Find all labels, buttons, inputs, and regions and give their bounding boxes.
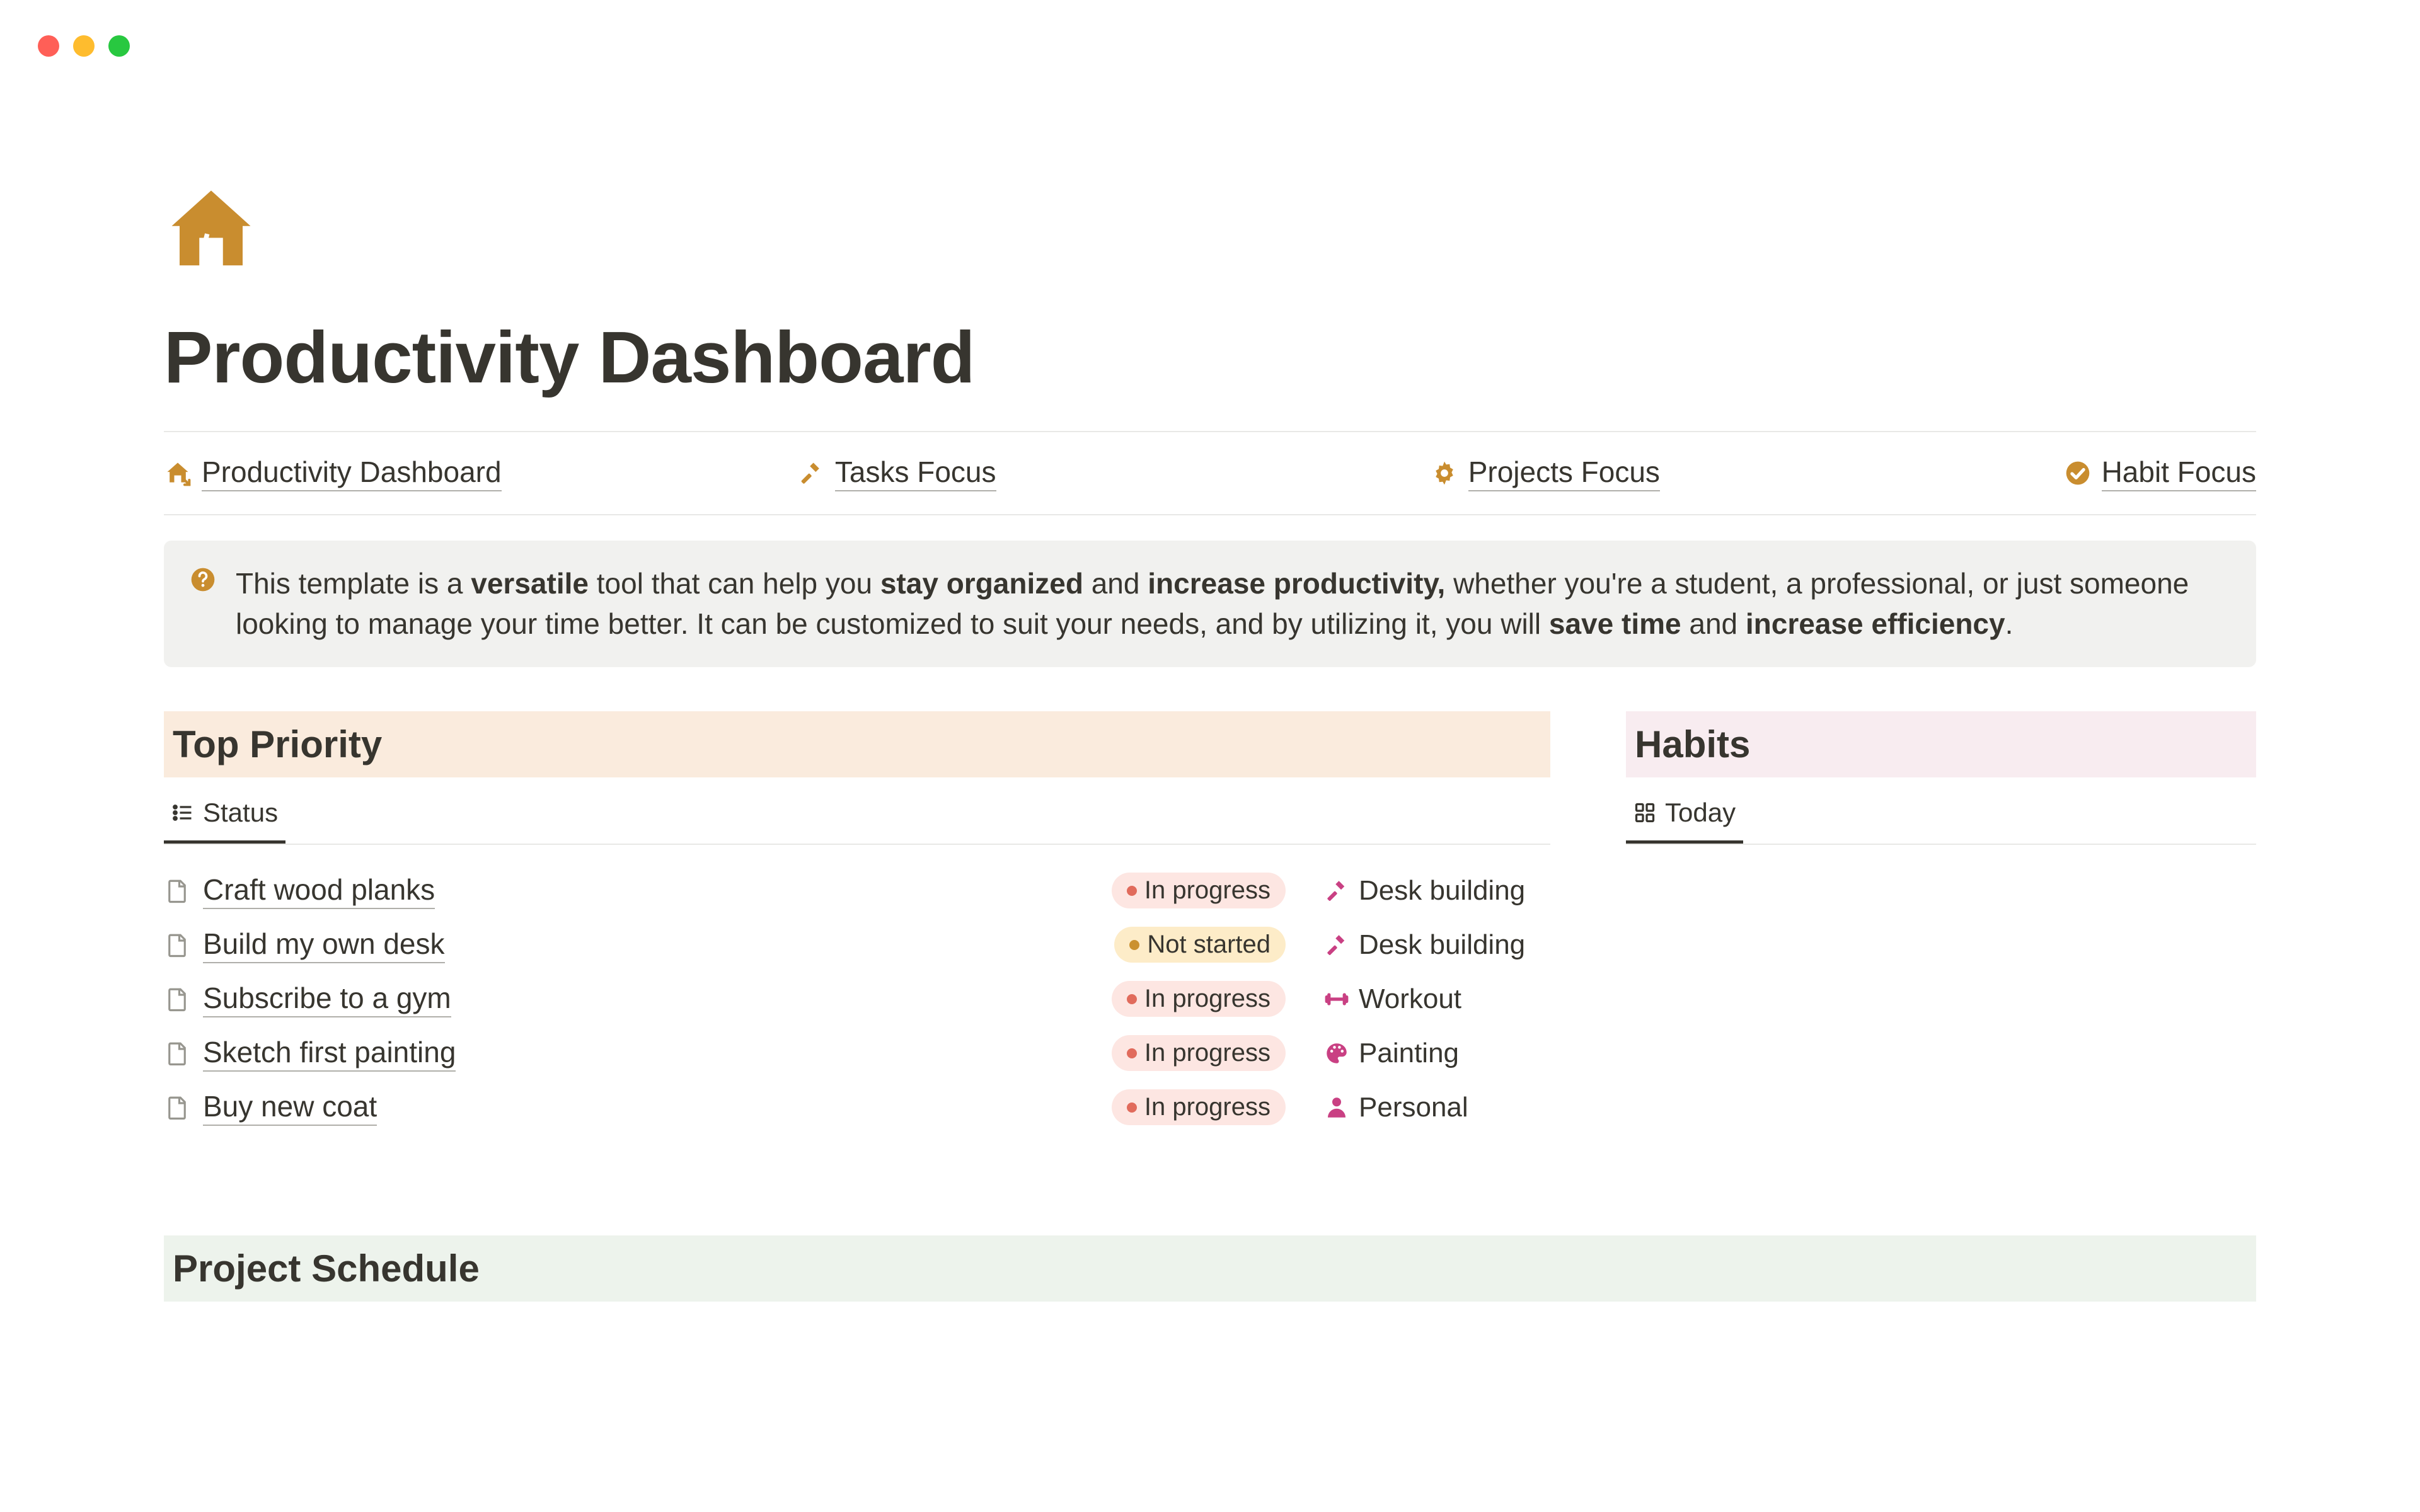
project-label: Desk building [1359,875,1525,907]
section-header-top-priority: Top Priority [164,711,1550,777]
project-cell[interactable]: Personal [1323,1092,1550,1123]
page-icon [164,1040,190,1067]
status-label: In progress [1144,1093,1270,1121]
gear-icon [1431,459,1458,487]
tab-label: Status [203,798,278,828]
project-cell[interactable]: Desk building [1323,929,1550,961]
task-row[interactable]: Sketch first painting In progress Painti… [164,1026,1550,1080]
status-pill: In progress [1112,1035,1286,1071]
tab-today[interactable]: Today [1626,785,1743,844]
task-title: Craft wood planks [203,873,435,909]
task-row[interactable]: Buy new coat In progress Personal [164,1080,1550,1135]
status-label: In progress [1144,985,1270,1013]
nav-label: Projects Focus [1468,455,1660,491]
task-title: Subscribe to a gym [203,981,451,1017]
list-icon [171,801,194,824]
section-header-project-schedule: Project Schedule [164,1235,2256,1302]
divider [164,514,2256,515]
nav-label: Productivity Dashboard [202,455,502,491]
project-cell[interactable]: Painting [1323,1038,1550,1069]
page-icon[interactable] [164,183,2256,277]
task-title: Build my own desk [203,927,445,963]
hammer-pink-icon [1323,932,1350,958]
section-header-habits: Habits [1626,711,2256,777]
question-circle-icon [189,566,217,593]
palette-icon [1323,1040,1350,1067]
top-priority-tabs: Status [164,785,1550,845]
tab-status[interactable]: Status [164,785,285,844]
gallery-icon [1634,801,1656,824]
window-controls [0,0,2420,57]
info-callout: This template is a versatile tool that c… [164,541,2256,667]
page-icon [164,986,190,1012]
status-label: Not started [1147,931,1270,959]
page-icon [164,1094,190,1121]
callout-text: This template is a versatile tool that c… [236,563,2231,644]
task-row[interactable]: Subscribe to a gym In progress Workout [164,972,1550,1026]
task-row[interactable]: Build my own desk Not started Desk build… [164,918,1550,972]
nav-item-productivity-dashboard[interactable]: Productivity Dashboard [164,455,797,491]
task-title: Buy new coat [203,1089,377,1126]
project-cell[interactable]: Workout [1323,983,1550,1015]
nav-label: Tasks Focus [835,455,996,491]
status-pill: Not started [1114,927,1286,963]
nav-item-projects-focus[interactable]: Projects Focus [1431,455,2064,491]
status-label: In progress [1144,876,1270,905]
task-row[interactable]: Craft wood planks In progress Desk build… [164,864,1550,918]
status-dot [1127,994,1137,1004]
habits-tabs: Today [1626,785,2256,845]
nav-row: Productivity Dashboard Tasks Focus Proje… [164,432,2256,514]
window-close-button[interactable] [38,35,59,57]
tab-label: Today [1665,798,1736,828]
project-label: Desk building [1359,929,1525,961]
house-arrow-icon [164,459,192,487]
hammer-pink-icon [1323,878,1350,904]
project-label: Workout [1359,983,1461,1015]
project-label: Personal [1359,1092,1468,1123]
nav-item-tasks-focus[interactable]: Tasks Focus [797,455,1431,491]
status-dot [1127,1048,1137,1058]
page-icon [164,878,190,904]
task-list: Craft wood planks In progress Desk build… [164,864,1550,1135]
window-minimize-button[interactable] [73,35,95,57]
status-pill: In progress [1112,981,1286,1017]
status-label: In progress [1144,1039,1270,1067]
check-circle-icon [2064,459,2092,487]
dumbbell-icon [1323,986,1350,1012]
page-title[interactable]: Productivity Dashboard [164,315,2256,431]
window-maximize-button[interactable] [108,35,130,57]
status-dot [1127,886,1137,896]
person-icon [1323,1094,1350,1121]
nav-label: Habit Focus [2102,455,2256,491]
hammer-icon [797,459,825,487]
status-dot [1127,1102,1137,1113]
project-cell[interactable]: Desk building [1323,875,1550,907]
task-title: Sketch first painting [203,1035,456,1072]
status-dot [1129,940,1139,950]
page-icon [164,932,190,958]
status-pill: In progress [1112,1089,1286,1125]
status-pill: In progress [1112,873,1286,908]
project-label: Painting [1359,1038,1459,1069]
nav-item-habit-focus[interactable]: Habit Focus [2064,455,2256,491]
